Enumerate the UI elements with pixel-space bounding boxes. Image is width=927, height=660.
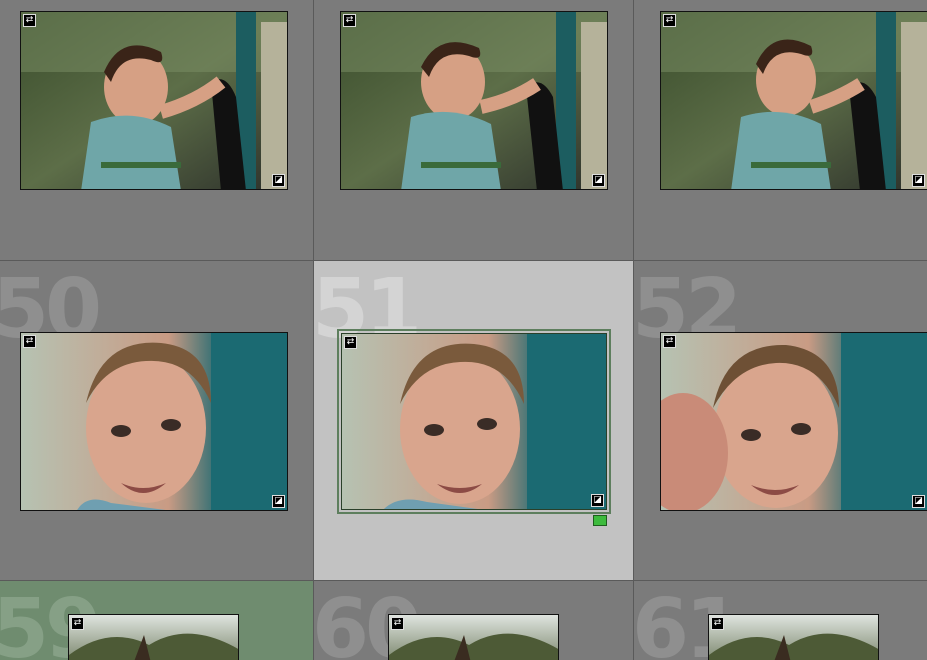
sync-arrows-icon[interactable]: ⇄ [23, 14, 36, 27]
sync-arrows-icon[interactable]: ⇄ [71, 617, 84, 630]
grid-divider [313, 0, 314, 660]
grid-cell-selected[interactable]: 51 ⇄ ◪ [314, 261, 633, 580]
photo-thumbnail[interactable]: ⇄ [708, 614, 879, 660]
sync-arrows-icon[interactable]: ⇄ [663, 335, 676, 348]
edit-adjustment-icon[interactable]: ◪ [272, 495, 285, 508]
photo-thumbnail[interactable]: ⇄ ◪ [660, 332, 927, 511]
color-label-badge[interactable] [593, 515, 607, 526]
grid-divider [0, 260, 927, 261]
edit-adjustment-icon[interactable]: ◪ [591, 494, 604, 507]
edit-adjustment-icon[interactable]: ◪ [912, 174, 925, 187]
sync-arrows-icon[interactable]: ⇄ [391, 617, 404, 630]
grid-cell[interactable]: 50 ⇄ ◪ [0, 261, 313, 580]
photo-thumbnail[interactable]: ⇄ ◪ [20, 11, 288, 190]
grid-cell[interactable]: 60 ⇄ [314, 581, 633, 660]
filmstrip-grid: ⇄ ◪ ⇄ ◪ ⇄ ◪ 50 ⇄ ◪ 51 ⇄ ◪ 52 ⇄ ◪ 59 ⇄ 60… [0, 0, 927, 660]
grid-cell[interactable]: 52 ⇄ ◪ [634, 261, 927, 580]
grid-divider [0, 580, 927, 581]
sync-arrows-icon[interactable]: ⇄ [344, 336, 357, 349]
grid-cell[interactable]: ⇄ ◪ [0, 0, 313, 260]
grid-cell[interactable]: 61 ⇄ [634, 581, 927, 660]
photo-thumbnail-selected[interactable]: ⇄ ◪ [337, 329, 611, 514]
edit-adjustment-icon[interactable]: ◪ [912, 495, 925, 508]
photo-thumbnail[interactable]: ⇄ [68, 614, 239, 660]
photo-thumbnail[interactable]: ⇄ ◪ [20, 332, 288, 511]
grid-cell[interactable]: ⇄ ◪ [634, 0, 927, 260]
edit-adjustment-icon[interactable]: ◪ [592, 174, 605, 187]
grid-cell-labeled[interactable]: 59 ⇄ [0, 581, 313, 660]
photo-thumbnail[interactable]: ⇄ [388, 614, 559, 660]
sync-arrows-icon[interactable]: ⇄ [711, 617, 724, 630]
photo-thumbnail[interactable]: ⇄ ◪ [660, 11, 927, 190]
grid-divider [633, 0, 634, 660]
sync-arrows-icon[interactable]: ⇄ [343, 14, 356, 27]
sync-arrows-icon[interactable]: ⇄ [23, 335, 36, 348]
grid-cell[interactable]: ⇄ ◪ [314, 0, 633, 260]
photo-thumbnail[interactable]: ⇄ ◪ [340, 11, 608, 190]
sync-arrows-icon[interactable]: ⇄ [663, 14, 676, 27]
edit-adjustment-icon[interactable]: ◪ [272, 174, 285, 187]
